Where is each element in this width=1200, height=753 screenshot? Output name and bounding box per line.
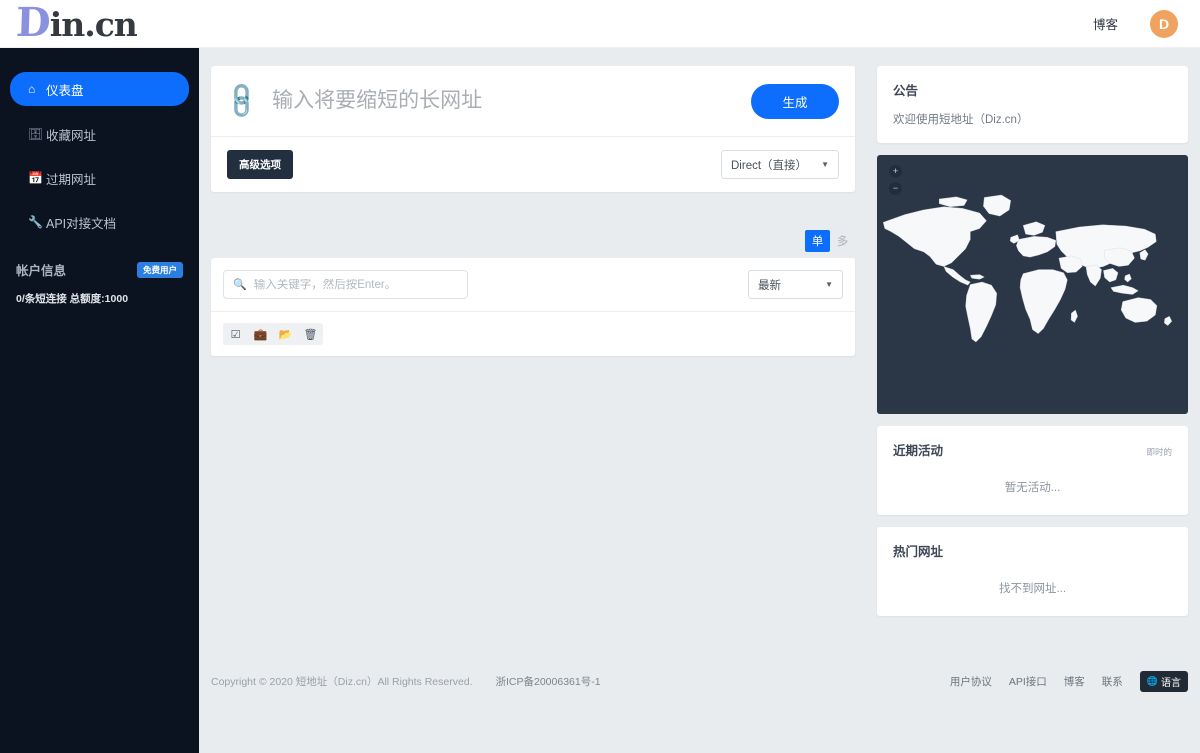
popular-links-header: 热门网址	[893, 541, 1172, 560]
globe-icon: 🌐	[1147, 676, 1158, 687]
top-header: D in.cn 博客 D	[0, 0, 1200, 48]
world-map-panel[interactable]: + −	[877, 155, 1188, 414]
popular-links-title: 热门网址	[893, 541, 943, 560]
recent-activity-badge: 即时的	[1146, 446, 1172, 458]
chevron-down-icon: ▼	[821, 160, 829, 169]
bulk-actions-group: ☑ 💼 📂 🗑	[223, 323, 323, 345]
sidebar-item-dashboard[interactable]: ⌂ 仪表盘	[10, 72, 189, 106]
calendar-icon: 📅	[28, 171, 46, 185]
logo-letter-d: D	[15, 3, 50, 43]
map-zoom-in-button[interactable]: +	[889, 165, 902, 178]
header-blog-link[interactable]: 博客	[1093, 14, 1118, 33]
footer-link-api[interactable]: API接口	[1009, 674, 1047, 689]
redirect-type-select[interactable]: Direct（直接） ▼	[721, 150, 839, 179]
sort-select[interactable]: 最新 ▼	[748, 270, 843, 299]
view-mode-multi[interactable]: 多	[830, 230, 855, 252]
world-map-svg	[877, 185, 1188, 359]
generate-button[interactable]: 生成	[751, 84, 839, 119]
sidebar-item-label: 仪表盘	[46, 80, 84, 99]
account-info-title: 帐户信息	[16, 260, 66, 279]
sidebar-item-api-docs[interactable]: 🔧 API对接文档	[10, 206, 189, 238]
sidebar-item-label: 收藏网址	[46, 125, 96, 144]
long-url-input[interactable]	[272, 89, 751, 113]
account-quota-text: 0/条短连接 总额度:1000	[16, 291, 183, 306]
search-icon: 🔍	[233, 278, 247, 291]
user-avatar[interactable]: D	[1150, 10, 1178, 38]
announcement-title: 公告	[893, 80, 1172, 99]
recent-activity-empty: 暂无活动...	[893, 479, 1172, 495]
sidebar-item-expired[interactable]: 📅 过期网址	[10, 162, 189, 194]
main-content: 🔗 生成 高级选项 Direct（直接） ▼ 单 多 🔍 最新 ▼	[199, 48, 1200, 753]
search-box[interactable]: 🔍	[223, 270, 468, 299]
sidebar-nav: ⌂ 仪表盘 🗄 收藏网址 📅 过期网址 🔧 API对接文档	[0, 48, 199, 238]
logo-text: in.cn	[50, 5, 137, 44]
trash-icon[interactable]: 🗑	[298, 323, 323, 345]
view-mode-single[interactable]: 单	[805, 230, 830, 252]
language-button[interactable]: 🌐 语言	[1140, 671, 1188, 692]
search-input[interactable]	[254, 279, 458, 291]
sort-value: 最新	[758, 277, 781, 293]
shorten-input-row: 🔗 生成	[211, 66, 855, 137]
sidebar-item-label: API对接文档	[46, 213, 116, 232]
wrench-icon: 🔧	[28, 215, 46, 229]
footer-link-contact[interactable]: 联系	[1102, 674, 1123, 689]
footer-link-terms[interactable]: 用户协议	[950, 674, 992, 689]
recent-activity-title: 近期活动	[893, 440, 943, 459]
site-logo[interactable]: D in.cn	[16, 3, 137, 44]
popular-links-empty: 找不到网址...	[893, 580, 1172, 596]
recent-activity-panel: 近期活动 即时的 暂无活动...	[877, 426, 1188, 515]
redirect-type-value: Direct（直接）	[731, 157, 807, 173]
right-column: 公告 欢迎使用短地址（Diz.cn） + −	[877, 66, 1188, 616]
footer-left: Copyright © 2020 短地址（Diz.cn）All Rights R…	[211, 674, 607, 689]
chevron-down-icon: ▼	[825, 280, 833, 289]
list-search-row: 🔍 最新 ▼	[211, 258, 855, 312]
sidebar: ⌂ 仪表盘 🗄 收藏网址 📅 过期网址 🔧 API对接文档 帐户信息 免费用户 …	[0, 48, 199, 753]
select-all-icon[interactable]: ☑	[223, 323, 248, 345]
shorten-card: 🔗 生成 高级选项 Direct（直接） ▼	[211, 66, 855, 192]
announcement-text: 欢迎使用短地址（Diz.cn）	[893, 111, 1172, 127]
view-mode-toggle: 单 多	[211, 230, 855, 252]
footer-icp: 浙ICP备20006361号-1	[496, 676, 601, 688]
shorten-options-row: 高级选项 Direct（直接） ▼	[211, 137, 855, 192]
account-info-header: 帐户信息 免费用户	[16, 260, 183, 279]
sidebar-item-favorites[interactable]: 🗄 收藏网址	[10, 118, 189, 150]
header-right: 博客 D	[1093, 10, 1178, 38]
link-icon: 🔗	[221, 80, 264, 123]
announcement-panel: 公告 欢迎使用短地址（Diz.cn）	[877, 66, 1188, 143]
footer-right: 用户协议 API接口 博客 联系 🌐 语言	[950, 671, 1188, 692]
sidebar-item-label: 过期网址	[46, 169, 96, 188]
archive-icon[interactable]: 💼	[248, 323, 273, 345]
footer-link-blog[interactable]: 博客	[1064, 674, 1085, 689]
language-label: 语言	[1161, 674, 1181, 689]
links-list-card: 🔍 最新 ▼ ☑ 💼 📂 🗑	[211, 258, 855, 356]
folder-open-icon[interactable]: 📂	[273, 323, 298, 345]
bookmark-icon: 🗄	[28, 127, 46, 141]
footer: Copyright © 2020 短地址（Diz.cn）All Rights R…	[199, 665, 1200, 697]
list-toolbar: ☑ 💼 📂 🗑	[211, 312, 855, 356]
account-info: 帐户信息 免费用户 0/条短连接 总额度:1000	[0, 260, 199, 306]
account-plan-badge: 免费用户	[137, 262, 183, 278]
recent-activity-header: 近期活动 即时的	[893, 440, 1172, 459]
home-icon: ⌂	[28, 82, 46, 96]
footer-copyright: Copyright © 2020 短地址（Diz.cn）All Rights R…	[211, 676, 473, 688]
advanced-options-button[interactable]: 高级选项	[227, 150, 293, 179]
popular-links-panel: 热门网址 找不到网址...	[877, 527, 1188, 616]
